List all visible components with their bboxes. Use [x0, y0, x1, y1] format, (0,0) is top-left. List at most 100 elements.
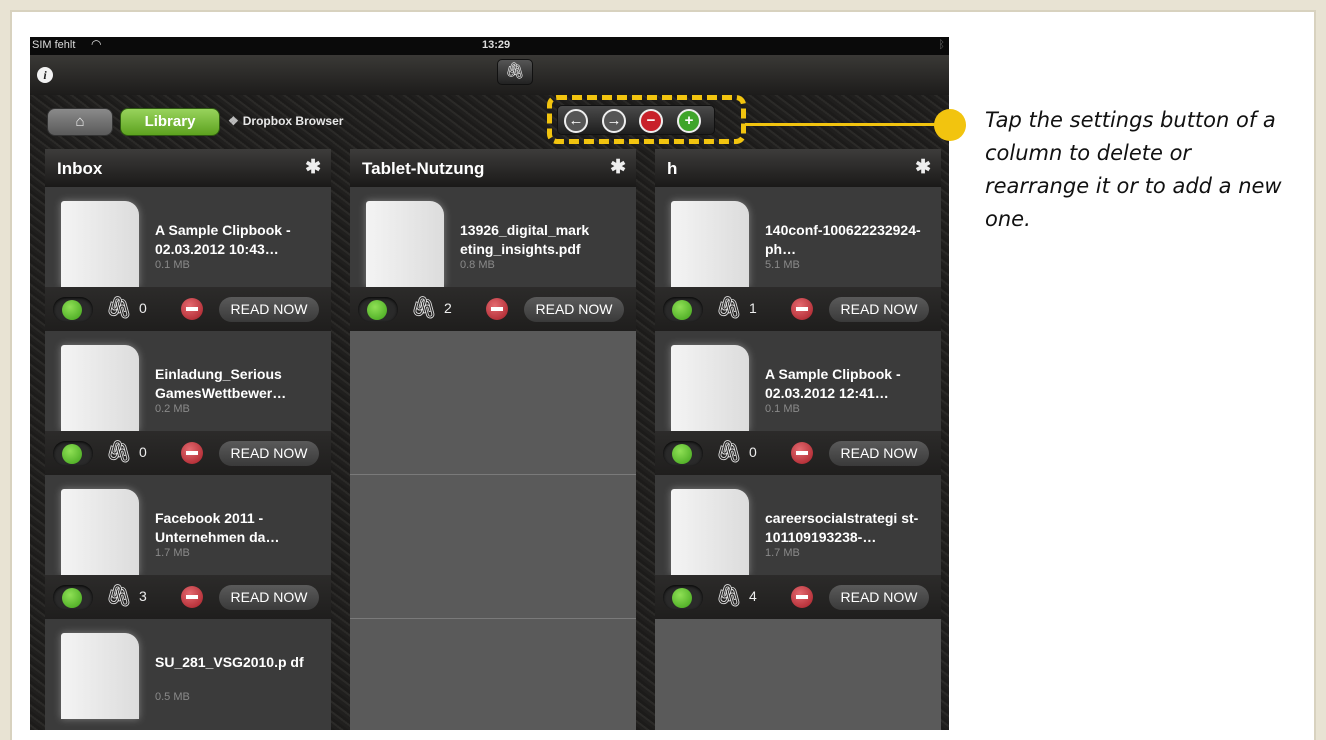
column-controls: ← → − +	[557, 105, 715, 135]
status-toggle[interactable]	[53, 585, 93, 610]
document-title: 13926_digital_mark eting_insights.pdf	[460, 222, 590, 257]
document-thumbnail	[366, 201, 444, 287]
arrow-right-icon[interactable]: →	[602, 109, 626, 133]
status-dot	[672, 444, 692, 464]
status-dot	[367, 300, 387, 320]
read-now-button[interactable]: READ NOW	[219, 297, 319, 322]
read-now-button[interactable]: READ NOW	[829, 441, 929, 466]
gear-icon[interactable]: ✱	[610, 156, 626, 179]
document-title: A Sample Clipbook - 02.03.2012 12:41…	[765, 366, 901, 401]
document-size: 1.7 MB	[155, 547, 190, 559]
delete-icon[interactable]	[181, 586, 203, 608]
document-thumbnail	[61, 201, 139, 287]
read-now-button[interactable]: READ NOW	[524, 297, 624, 322]
list-item[interactable]: 13926_digital_mark eting_insights.pdf 0.…	[350, 187, 636, 331]
status-dot	[62, 300, 82, 320]
document-thumbnail	[61, 633, 139, 719]
attachment-count: 2	[444, 300, 452, 316]
status-toggle[interactable]	[358, 297, 398, 322]
empty-slot	[350, 331, 636, 475]
list-item[interactable]: SU_281_VSG2010.p df 0.5 MB	[45, 619, 331, 730]
delete-icon[interactable]	[181, 298, 203, 320]
column-inbox: Inbox ✱ A Sample Clipbook - 02.03.2012 1…	[45, 149, 331, 730]
paperclip-icon: 🖇	[715, 295, 743, 320]
bluetooth-icon: ᛒ	[938, 39, 945, 51]
clipbook-button[interactable]: 🖇	[497, 59, 533, 85]
document-thumbnail	[671, 345, 749, 431]
item-action-bar: 🖇 2 READ NOW	[350, 287, 636, 331]
column-title: h	[667, 159, 678, 178]
item-action-bar: 🖇 0 READ NOW	[45, 287, 331, 331]
dropbox-icon: ❖	[228, 114, 239, 128]
library-button[interactable]: Library	[120, 108, 220, 136]
status-toggle[interactable]	[663, 441, 703, 466]
column-header: Tablet-Nutzung ✱	[350, 149, 636, 187]
add-column-icon[interactable]: +	[677, 109, 701, 133]
status-toggle[interactable]	[53, 441, 93, 466]
status-bar: SIM fehlt ◠ 13:29 ᛒ	[30, 37, 949, 55]
remove-column-icon[interactable]: −	[639, 109, 663, 133]
callout-connector	[745, 123, 950, 126]
paperclip-icon: 🖇	[715, 583, 743, 608]
paperclip-icon: 🖇	[105, 439, 133, 464]
delete-icon[interactable]	[486, 298, 508, 320]
item-action-bar: 🖇 3 READ NOW	[45, 575, 331, 619]
dropbox-browser-link[interactable]: ❖ Dropbox Browser	[228, 114, 343, 128]
document-title: A Sample Clipbook - 02.03.2012 10:43…	[155, 222, 291, 257]
delete-icon[interactable]	[791, 586, 813, 608]
read-now-button[interactable]: READ NOW	[219, 441, 319, 466]
arrow-left-icon[interactable]: ←	[564, 109, 588, 133]
list-item[interactable]: 140conf-100622232924-ph… 5.1 MB 🖇 1 READ…	[655, 187, 941, 331]
app-screen: SIM fehlt ◠ 13:29 ᛒ i 🖇 ⌂ Library ❖ Dropb…	[30, 37, 949, 730]
list-item[interactable]: A Sample Clipbook - 02.03.2012 12:41… 0.…	[655, 331, 941, 475]
column-title: Inbox	[57, 159, 103, 178]
column-title: Tablet-Nutzung	[362, 159, 485, 178]
status-dot	[62, 444, 82, 464]
list-item[interactable]: A Sample Clipbook - 02.03.2012 10:43… 0.…	[45, 187, 331, 331]
paperclip-icon: 🖇	[504, 63, 526, 80]
status-toggle[interactable]	[663, 297, 703, 322]
home-button[interactable]: ⌂	[47, 108, 113, 136]
callout-text: Tap the settings button of a column to d…	[985, 108, 1282, 231]
attachment-count: 1	[749, 300, 757, 316]
gear-icon[interactable]: ✱	[305, 156, 321, 179]
column-h: h ✱ 140conf-100622232924-ph… 5.1 MB 🖇 1 …	[655, 149, 941, 730]
list-item[interactable]: Facebook 2011 - Unternehmen da… 1.7 MB 🖇…	[45, 475, 331, 619]
list-item[interactable]: Einladung_Serious GamesWettbewer… 0.2 MB…	[45, 331, 331, 475]
list-item[interactable]: careersocialstrategi st-101109193238-… 1…	[655, 475, 941, 619]
document-size: 0.1 MB	[765, 403, 800, 415]
home-icon: ⌂	[75, 113, 85, 130]
item-action-bar: 🖇 0 READ NOW	[655, 431, 941, 475]
document-thumbnail	[61, 489, 139, 575]
document-title: SU_281_VSG2010.p df	[155, 654, 304, 670]
gear-icon[interactable]: ✱	[915, 156, 931, 179]
delete-icon[interactable]	[181, 442, 203, 464]
status-dot	[672, 588, 692, 608]
status-toggle[interactable]	[53, 297, 93, 322]
attachment-count: 0	[139, 300, 147, 316]
callout-marker	[934, 109, 966, 141]
document-thumbnail	[671, 201, 749, 287]
document-thumbnail	[671, 489, 749, 575]
status-toggle[interactable]	[663, 585, 703, 610]
read-now-button[interactable]: READ NOW	[219, 585, 319, 610]
status-dot	[672, 300, 692, 320]
item-action-bar: 🖇 0 READ NOW	[45, 431, 331, 475]
top-toolbar: i 🖇	[30, 55, 949, 95]
delete-icon[interactable]	[791, 442, 813, 464]
paperclip-icon: 🖇	[715, 439, 743, 464]
document-title: 140conf-100622232924-ph…	[765, 222, 921, 257]
info-icon[interactable]: i	[37, 67, 53, 83]
document-size: 0.2 MB	[155, 403, 190, 415]
column-header: h ✱	[655, 149, 941, 187]
status-dot	[62, 588, 82, 608]
empty-slot	[655, 619, 941, 730]
column-tablet-nutzung: Tablet-Nutzung ✱ 13926_digital_mark etin…	[350, 149, 636, 730]
delete-icon[interactable]	[791, 298, 813, 320]
paperclip-icon: 🖇	[105, 295, 133, 320]
read-now-button[interactable]: READ NOW	[829, 585, 929, 610]
read-now-button[interactable]: READ NOW	[829, 297, 929, 322]
document-title: Einladung_Serious GamesWettbewer…	[155, 366, 287, 401]
attachment-count: 3	[139, 588, 147, 604]
attachment-count: 4	[749, 588, 757, 604]
